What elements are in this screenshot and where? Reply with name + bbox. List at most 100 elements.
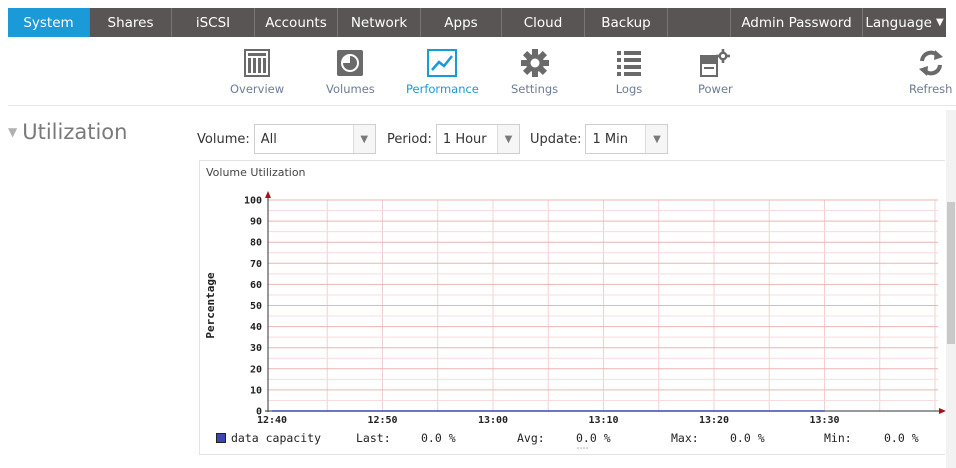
logs-icon — [612, 46, 646, 80]
period-filter: Period: 1 Hour ▼ — [387, 124, 520, 154]
update-label: Update: — [530, 131, 582, 147]
overview-icon — [240, 46, 274, 80]
y-tick-label: 90 — [250, 217, 262, 228]
volume-value: All — [260, 131, 277, 147]
avg-value: 0.0 % — [576, 431, 611, 445]
tab-admin-password[interactable]: Admin Password — [731, 8, 863, 37]
sub-navigation: Overview Volumes Performance Settings Lo… — [0, 42, 956, 104]
divider — [8, 105, 956, 106]
series-name: data capacity — [231, 431, 322, 445]
resize-grip-dot — [577, 447, 579, 449]
y-tick-label: 70 — [250, 259, 262, 270]
power-icon — [698, 46, 732, 80]
subnav-overview[interactable]: Overview — [230, 46, 284, 96]
chevron-down-icon[interactable]: ▼ — [352, 125, 375, 153]
subnav-power[interactable]: Power — [698, 46, 733, 96]
tab-network[interactable]: Network — [338, 8, 421, 37]
max-value: 0.0 % — [730, 431, 765, 445]
y-tick-label: 40 — [250, 322, 262, 333]
min-value: 0.0 % — [884, 431, 919, 445]
tab-label: Language — [865, 14, 932, 31]
tab-label: iSCSI — [195, 14, 231, 31]
subnav-volumes[interactable]: Volumes — [326, 46, 375, 96]
y-tick-label: 80 — [250, 238, 262, 249]
resize-grip-dot — [586, 447, 588, 449]
tab-language[interactable]: Language ▼ — [863, 8, 946, 37]
y-tick-label: 30 — [250, 343, 262, 354]
subnav-refresh[interactable]: Refresh — [909, 46, 952, 96]
subnav-label: Settings — [511, 82, 559, 96]
series-swatch — [216, 433, 226, 443]
x-tick-label: 13:20 — [699, 415, 729, 426]
subnav-label: Overview — [230, 82, 285, 96]
tab-accounts[interactable]: Accounts — [255, 8, 338, 37]
chart-legend: data capacity Last: 0.0 % Avg: 0.0 % Max… — [214, 431, 934, 447]
x-tick-label: 12:40 — [257, 415, 287, 426]
subnav-logs[interactable]: Logs — [612, 46, 646, 96]
section-heading[interactable]: ▼ Utilization — [8, 120, 127, 144]
top-nav-bar: System Shares iSCSI Accounts Network App… — [8, 8, 946, 37]
tab-blank — [668, 8, 731, 37]
resize-grip-dot — [583, 447, 585, 449]
top-navigation: System Shares iSCSI Accounts Network App… — [0, 0, 956, 42]
last-value: 0.0 % — [421, 431, 456, 445]
chevron-down-icon[interactable]: ▼ — [496, 125, 519, 153]
update-filter: Update: 1 Min ▼ — [530, 124, 669, 154]
volume-select[interactable]: All ▼ — [253, 124, 376, 154]
tab-label: Backup — [601, 14, 651, 31]
y-axis-label: Percentage — [204, 272, 217, 339]
subnav-label: Refresh — [909, 82, 953, 96]
gear-icon — [518, 46, 552, 80]
caret-down-icon: ▼ — [935, 17, 944, 28]
scrollbar-thumb[interactable] — [947, 202, 955, 344]
collapse-triangle-icon[interactable]: ▼ — [8, 125, 17, 139]
y-tick-label: 50 — [250, 301, 262, 312]
period-select[interactable]: 1 Hour ▼ — [435, 124, 520, 154]
min-label: Min: — [824, 431, 852, 445]
tab-system[interactable]: System — [8, 8, 90, 37]
y-tick-label: 100 — [244, 196, 262, 207]
volume-utilization-chart: 010203040506070809010012:40 12:50 13:00 13:… — [204, 191, 946, 449]
vertical-scrollbar[interactable] — [946, 110, 956, 468]
last-label: Last: — [356, 431, 391, 445]
max-label: Max: — [671, 431, 699, 445]
refresh-icon — [914, 46, 948, 80]
chart-panel: Volume Utilization 0 10 20 30 40 50 60 70 80 90 10… — [199, 160, 946, 455]
period-value: 1 Hour — [442, 131, 487, 147]
x-tick-label: 12:50 — [367, 415, 397, 426]
tab-label: Shares — [107, 14, 154, 31]
tab-shares[interactable]: Shares — [90, 8, 172, 37]
subnav-settings[interactable]: Settings — [511, 46, 558, 96]
y-tick-label: 60 — [250, 280, 262, 291]
update-value: 1 Min — [592, 131, 628, 147]
volumes-icon — [333, 46, 367, 80]
y-axis-arrow — [265, 191, 271, 198]
x-tick-label: 13:10 — [588, 415, 618, 426]
tab-iscsi[interactable]: iSCSI — [172, 8, 255, 37]
avg-label: Avg: — [517, 431, 545, 445]
section-title-text: Utilization — [22, 120, 128, 144]
x-axis-arrow — [939, 408, 946, 414]
tab-label: Cloud — [523, 14, 563, 31]
update-select[interactable]: 1 Min ▼ — [585, 124, 669, 154]
period-label: Period: — [387, 131, 432, 147]
tab-label: Admin Password — [741, 14, 852, 31]
y-tick-label: 20 — [250, 364, 262, 375]
y-tick-label: 10 — [250, 385, 262, 396]
tab-label: Apps — [444, 14, 478, 31]
subnav-label: Power — [698, 82, 733, 96]
performance-icon — [425, 46, 459, 80]
tab-label: Accounts — [265, 14, 327, 31]
chevron-down-icon[interactable]: ▼ — [645, 125, 668, 153]
subnav-label: Volumes — [326, 82, 375, 96]
volume-filter: Volume: All ▼ — [197, 124, 376, 154]
tab-label: Network — [350, 14, 408, 31]
tab-cloud[interactable]: Cloud — [502, 8, 585, 37]
tab-backup[interactable]: Backup — [585, 8, 668, 37]
resize-grip-dot — [580, 447, 582, 449]
x-tick-label: 13:30 — [809, 415, 839, 426]
tab-label: System — [23, 14, 74, 31]
subnav-label: Performance — [406, 82, 479, 96]
subnav-performance[interactable]: Performance — [406, 46, 479, 96]
tab-apps[interactable]: Apps — [421, 8, 502, 37]
